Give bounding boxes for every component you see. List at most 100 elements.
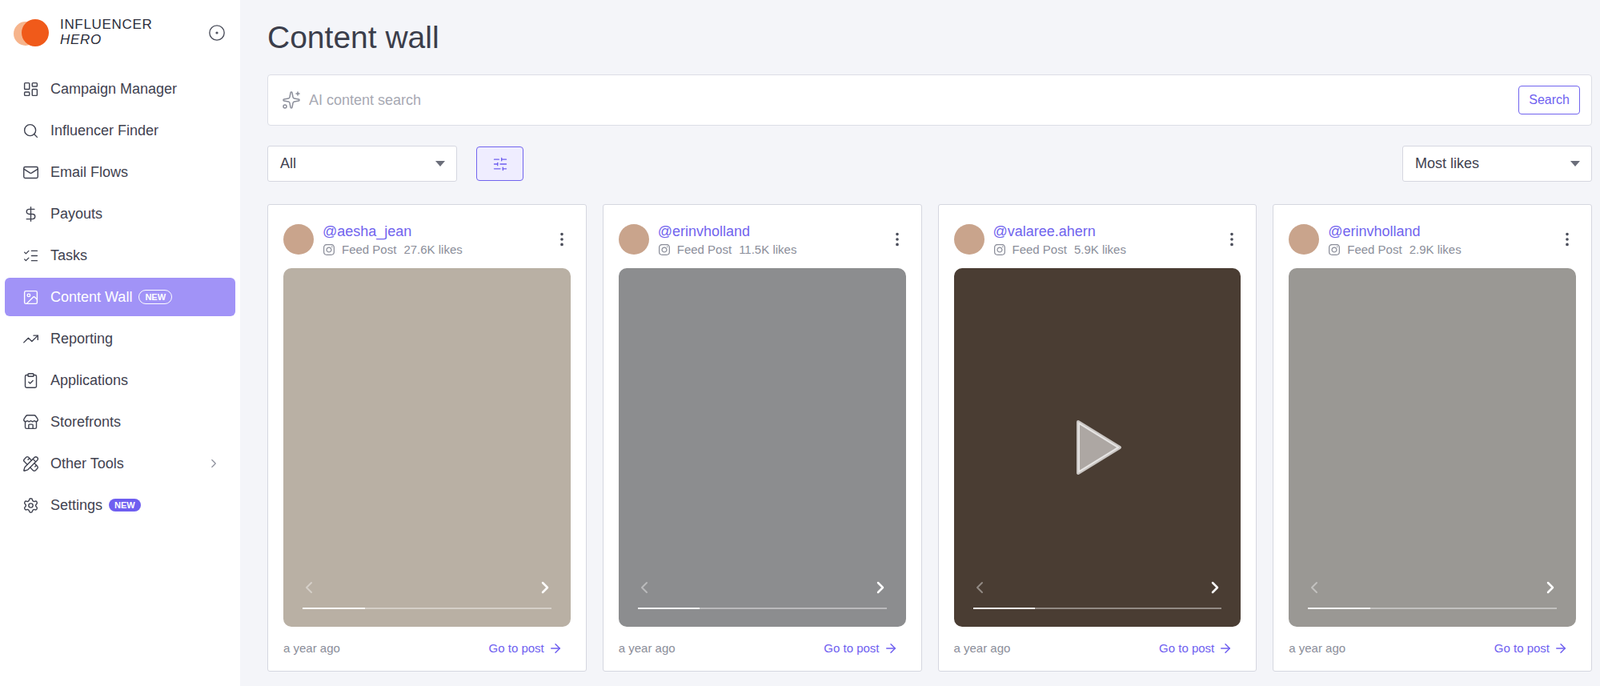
nav-icon [22,80,40,98]
sidebar-item[interactable]: Storefronts [4,402,236,442]
filter-row: All Most likes [267,145,1592,182]
nav-icon [22,164,40,181]
like-count: 2.9K likes [1409,242,1462,257]
post-time: a year ago [954,639,1011,658]
card-footer: a year ago Go to post [283,626,571,671]
sidebar-item[interactable]: Other Tools [4,444,236,483]
go-to-post-link[interactable]: Go to post [823,639,898,658]
nav-icon [22,330,40,348]
caret-down-icon [435,160,446,167]
search-input[interactable] [308,89,1519,112]
chevron-right-icon [206,456,221,471]
sidebar-item[interactable]: Email Flows [4,152,236,192]
post-type: Feed Post [341,242,397,257]
like-count: 27.6K likes [403,242,462,257]
sparkles-icon [281,90,301,110]
next-icon[interactable] [1205,577,1225,598]
carousel-progress [1307,607,1557,610]
nav-icon [22,122,40,140]
app: INFLUENCERHERO Campaign ManagerInfluencer… [0,0,1600,686]
sidebar-item[interactable]: Influencer Finder [4,111,236,150]
instagram-icon [322,243,336,257]
creator-handle[interactable]: @aesha_jean [322,222,463,241]
like-count: 11.5K likes [738,242,797,257]
sidebar: INFLUENCERHERO Campaign ManagerInfluencer… [0,0,241,686]
caret-down-icon [1570,160,1580,167]
post-media[interactable] [618,268,907,627]
carousel-progress [973,607,1223,610]
collapse-icon[interactable] [208,24,226,42]
content-grid: @aesha_jeanFeed Post27.6K likesa year ag… [267,204,1592,672]
nav-icon [22,372,40,389]
instagram-icon [657,243,671,257]
arrow-right-icon [1553,641,1568,656]
sidebar-nav: Campaign ManagerInfluencer FinderEmail F… [0,69,241,525]
filter-select[interactable]: All [267,145,458,182]
post-media[interactable] [1288,268,1576,627]
post-time: a year ago [1288,639,1346,658]
logo-icon [12,17,51,49]
post-media[interactable] [954,268,1242,627]
next-icon[interactable] [535,577,555,598]
main-content: Content wallSearchAllMost likes@aesha_je… [240,0,1600,686]
arrow-right-icon [548,641,563,656]
prev-icon[interactable] [1304,577,1324,598]
sidebar-item[interactable]: Campaign Manager [4,69,236,109]
card-footer: a year ago Go to post [1288,626,1576,671]
creator-handle[interactable]: @erinvholland [657,222,798,241]
nav-icon [22,455,40,473]
avatar[interactable] [1288,224,1320,255]
post-time: a year ago [618,639,676,658]
instagram-icon [1327,243,1341,257]
search-bar: Search [267,74,1592,126]
avatar[interactable] [283,224,314,255]
logo-subtext: HERO [60,32,153,49]
sort-select[interactable]: Most likes [1402,145,1592,182]
filter-button[interactable] [476,146,524,181]
go-to-post-link[interactable]: Go to post [1158,639,1233,658]
card-header: @erinvhollandFeed Post2.9K likes [1288,222,1576,257]
prev-icon[interactable] [299,577,319,598]
card-footer: a year ago Go to post [618,626,907,671]
carousel-progress [637,607,887,610]
sidebar-item[interactable]: Reporting [4,319,236,358]
card-header: @aesha_jeanFeed Post 27.6K likes [283,222,571,257]
post-time: a year ago [283,639,341,658]
post-type: Feed Post [677,242,732,257]
sidebar-item[interactable]: Payouts [4,194,236,233]
post-type: Feed Post [1012,242,1067,257]
more-icon[interactable] [1558,230,1576,249]
nav-icon [22,247,40,265]
play-icon[interactable] [1071,418,1123,477]
sidebar-item[interactable]: SettingsNEW [4,485,236,525]
go-to-post-link[interactable]: Go to post [1494,639,1568,658]
search-button[interactable]: Search [1518,85,1580,115]
carousel-progress [302,607,552,610]
sliders-icon [492,156,509,173]
next-icon[interactable] [870,577,891,598]
sidebar-item[interactable]: Tasks [4,236,236,275]
sidebar-item[interactable]: Applications [4,360,236,400]
avatar[interactable] [954,224,985,255]
creator-handle[interactable]: @valaree.ahern [993,222,1127,241]
nav-icon [22,288,40,306]
prev-icon[interactable] [634,577,654,598]
more-icon[interactable] [1223,230,1241,249]
arrow-right-icon [883,641,899,656]
card-header: @valaree.ahernFeed Post 5.9K likes [954,222,1242,257]
logo: INFLUENCERHERO [0,0,241,49]
next-icon[interactable] [1540,577,1560,598]
content-card: @aesha_jeanFeed Post 27.6K likes a year ag… [267,204,587,672]
new-badge: NEW [108,498,141,512]
instagram-icon [993,243,1007,257]
more-icon[interactable] [553,230,571,249]
creator-handle[interactable]: @erinvholland [1327,222,1461,241]
more-icon[interactable] [888,230,907,249]
like-count: 5.9K likes [1074,242,1127,257]
sidebar-item[interactable]: Content WallNEW [4,277,236,317]
post-media[interactable] [283,268,571,627]
go-to-post-link[interactable]: Go to post [489,639,563,658]
prev-icon[interactable] [970,577,990,598]
nav-icon [22,205,40,223]
avatar[interactable] [618,224,650,255]
